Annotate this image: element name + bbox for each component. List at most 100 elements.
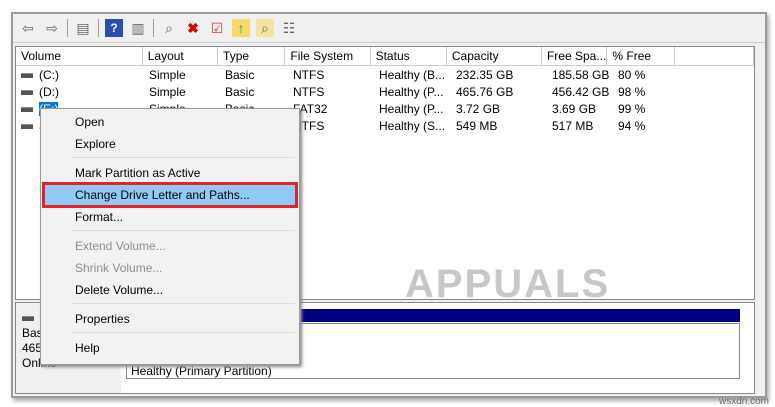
menu-separator bbox=[71, 230, 295, 231]
appuals-watermark-logo: APPUALS bbox=[405, 262, 611, 306]
separator bbox=[67, 19, 68, 37]
connect-icon[interactable]: ⌕ bbox=[160, 19, 178, 37]
cell-pct: 94 % bbox=[613, 119, 681, 133]
capacity-text: 232.35 GB bbox=[456, 67, 514, 82]
type-text: Basic bbox=[225, 67, 255, 82]
column-capacity[interactable]: Capacity bbox=[447, 47, 542, 65]
toolbar: ⇦ ⇨ ▤ ? ▥ ⌕ ✖ ☑ ↑ ⌕ ☷ bbox=[13, 14, 765, 43]
menu-format[interactable]: Format... bbox=[43, 207, 297, 227]
pct-text: 99 % bbox=[618, 101, 646, 116]
cell-free: 517 MB bbox=[547, 119, 613, 133]
menu-delete-volume[interactable]: Delete Volume... bbox=[43, 280, 297, 300]
menu-separator bbox=[71, 332, 295, 333]
back-icon[interactable]: ⇦ bbox=[19, 19, 37, 37]
action-pane-icon[interactable]: ▥ bbox=[129, 19, 147, 37]
menu-properties[interactable]: Properties bbox=[43, 309, 297, 329]
partition-header-bar bbox=[301, 309, 740, 322]
menu-mark-active[interactable]: Mark Partition as Active bbox=[43, 163, 297, 183]
cell-volume: (C:) bbox=[16, 68, 144, 82]
free-text: 456.42 GB bbox=[552, 84, 610, 99]
list-header: Volume Layout Type File System Status Ca… bbox=[16, 47, 754, 66]
column-free-space[interactable]: Free Spa... bbox=[542, 47, 608, 65]
menu-explore[interactable]: Explore bbox=[43, 134, 297, 154]
volume-icon bbox=[21, 106, 33, 112]
context-menu: Open Explore Mark Partition as Active Ch… bbox=[40, 108, 300, 365]
free-text: 3.69 GB bbox=[552, 101, 597, 116]
cell-free: 185.58 GB bbox=[547, 68, 613, 82]
console-tree-icon[interactable]: ▤ bbox=[74, 19, 92, 37]
cell-volume: (D:) bbox=[16, 85, 144, 99]
status-text: Healthy (S... bbox=[379, 118, 446, 133]
cell-fs: NTFS bbox=[288, 68, 374, 82]
column-volume[interactable]: Volume bbox=[16, 47, 143, 65]
site-watermark: wsxdn.com bbox=[718, 396, 769, 407]
cell-status: Healthy (B... bbox=[374, 68, 451, 82]
volume-text: (C:) bbox=[39, 67, 59, 82]
cell-fs: FAT32 bbox=[288, 102, 374, 116]
cell-pct: 99 % bbox=[613, 102, 681, 116]
type-text: Basic bbox=[225, 84, 255, 99]
menu-help[interactable]: Help bbox=[43, 338, 297, 358]
status-text: Healthy (P... bbox=[379, 101, 444, 116]
fs-text: NTFS bbox=[293, 84, 325, 99]
free-text: 517 MB bbox=[552, 118, 594, 133]
column-percent-free[interactable]: % Free bbox=[607, 47, 675, 65]
capacity-text: 3.72 GB bbox=[456, 101, 501, 116]
column-layout[interactable]: Layout bbox=[143, 47, 219, 65]
cell-pct: 98 % bbox=[613, 85, 681, 99]
volume-icon bbox=[21, 123, 33, 129]
pct-text: 98 % bbox=[618, 84, 646, 99]
pct-text: 80 % bbox=[618, 67, 646, 82]
cell-type: Basic bbox=[220, 85, 288, 99]
cell-layout: Simple bbox=[144, 85, 220, 99]
menu-shrink-volume: Shrink Volume... bbox=[75, 261, 163, 275]
layout-text: Simple bbox=[149, 84, 186, 99]
separator bbox=[153, 19, 154, 37]
menu-separator bbox=[71, 157, 295, 158]
column-type[interactable]: Type bbox=[218, 47, 286, 65]
help-icon[interactable]: ? bbox=[105, 19, 123, 37]
menu-separator bbox=[71, 303, 295, 304]
free-text: 185.58 GB bbox=[552, 67, 610, 82]
cell-free: 456.42 GB bbox=[547, 85, 613, 99]
menu-extend-volume: Extend Volume... bbox=[75, 239, 166, 253]
partition-status: Healthy (Primary Partition) bbox=[131, 364, 272, 378]
menu-open[interactable]: Open bbox=[43, 112, 297, 132]
cell-capacity: 3.72 GB bbox=[451, 102, 547, 116]
table-row[interactable]: (C:) Simple Basic NTFS Healthy (B... 232.35 G… bbox=[16, 66, 754, 83]
cell-fs: NTFS bbox=[288, 85, 374, 99]
cell-status: Healthy (S... bbox=[374, 119, 451, 133]
capacity-text: 465.76 GB bbox=[456, 84, 514, 99]
cell-status: Healthy (P... bbox=[374, 85, 451, 99]
column-file-system[interactable]: File System bbox=[285, 47, 371, 65]
cell-status: Healthy (P... bbox=[374, 102, 451, 116]
volume-icon bbox=[21, 72, 33, 78]
disk-icon bbox=[22, 316, 34, 322]
volume-text: (D:) bbox=[39, 84, 59, 99]
menu-change-drive-letter[interactable]: Change Drive Letter and Paths... bbox=[42, 182, 298, 208]
cell-capacity: 232.35 GB bbox=[451, 68, 547, 82]
search-folder-icon[interactable]: ⌕ bbox=[256, 19, 274, 37]
volume-icon bbox=[21, 89, 33, 95]
cell-layout: Simple bbox=[144, 68, 220, 82]
column-status[interactable]: Status bbox=[371, 47, 447, 65]
up-folder-icon[interactable]: ↑ bbox=[232, 19, 250, 37]
column-empty bbox=[675, 47, 754, 65]
properties-icon[interactable]: ☷ bbox=[280, 19, 298, 37]
forward-icon[interactable]: ⇨ bbox=[43, 19, 61, 37]
cell-pct: 80 % bbox=[613, 68, 681, 82]
cell-fs: NTFS bbox=[288, 119, 374, 133]
check-icon[interactable]: ☑ bbox=[208, 19, 226, 37]
cell-free: 3.69 GB bbox=[547, 102, 613, 116]
cell-capacity: 465.76 GB bbox=[451, 85, 547, 99]
table-row[interactable]: (D:) Simple Basic NTFS Healthy (P... 465.76 G… bbox=[16, 83, 754, 100]
separator bbox=[98, 19, 99, 37]
cell-type: Basic bbox=[220, 68, 288, 82]
status-text: Healthy (B... bbox=[379, 67, 446, 82]
delete-icon[interactable]: ✖ bbox=[184, 19, 202, 37]
capacity-text: 549 MB bbox=[456, 118, 498, 133]
layout-text: Simple bbox=[149, 67, 186, 82]
fs-text: NTFS bbox=[293, 67, 325, 82]
cell-capacity: 549 MB bbox=[451, 119, 547, 133]
pct-text: 94 % bbox=[618, 118, 646, 133]
